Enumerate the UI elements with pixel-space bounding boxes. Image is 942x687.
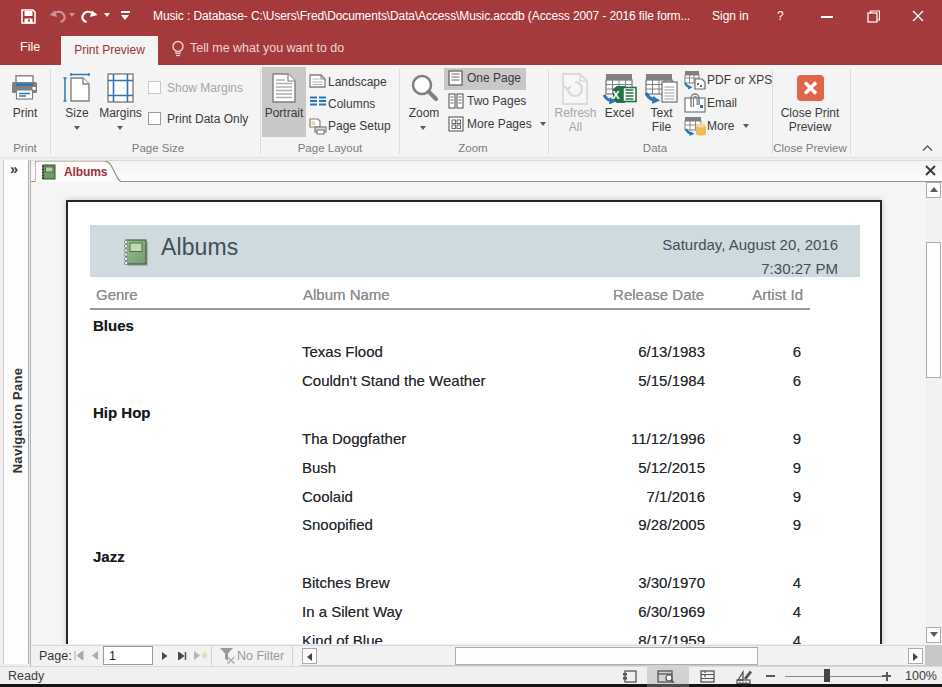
- svg-text:X: X: [612, 89, 620, 101]
